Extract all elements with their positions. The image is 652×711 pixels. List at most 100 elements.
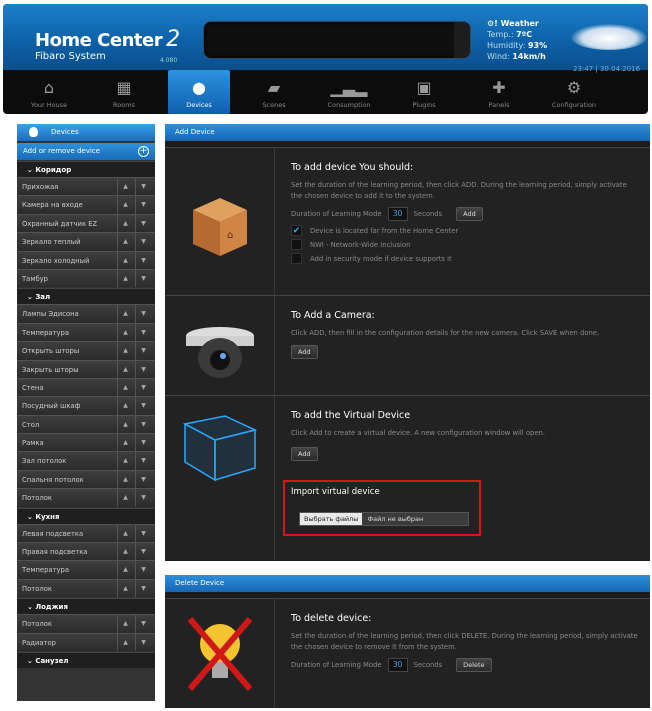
add-camera-button[interactable]: Add: [291, 345, 318, 359]
option-checkbox-row[interactable]: NWI - Network-Wide Inclusion: [291, 239, 640, 250]
device-item[interactable]: Стол ▲ ▼: [17, 414, 155, 434]
device-item[interactable]: Правая подсветка ▲ ▼: [17, 542, 155, 561]
device-item[interactable]: Камера на входе ▲ ▼: [17, 195, 155, 214]
move-up-icon[interactable]: ▲: [117, 178, 133, 196]
nav-rooms[interactable]: ▦ Rooms: [93, 70, 155, 114]
device-item[interactable]: Радиатор ▲ ▼: [17, 632, 155, 651]
device-item[interactable]: Стена ▲ ▼: [17, 377, 155, 397]
room-header[interactable]: ⌄ Кухня: [17, 507, 155, 524]
room-header[interactable]: ⌄ Санузел: [17, 651, 155, 668]
nav-plugins[interactable]: ▣ Plugins: [393, 70, 455, 114]
device-item[interactable]: Левая подсветка ▲ ▼: [17, 523, 155, 543]
move-down-icon[interactable]: ▼: [135, 378, 151, 397]
device-item[interactable]: Температура ▲ ▼: [17, 560, 155, 579]
nav-your-house[interactable]: ⌂ Your House: [18, 70, 80, 114]
device-item[interactable]: Тамбур ▲ ▼: [17, 268, 155, 288]
move-up-icon[interactable]: ▲: [117, 233, 133, 251]
move-up-icon[interactable]: ▲: [117, 251, 133, 269]
move-up-icon[interactable]: ▲: [117, 342, 133, 360]
add-remove-device-button[interactable]: Add or remove device +: [17, 143, 155, 160]
device-item[interactable]: Прихожая ▲ ▼: [17, 177, 155, 196]
option-checkbox-row[interactable]: Add in security mode if device supports …: [291, 253, 640, 264]
checkbox[interactable]: ✔: [291, 225, 302, 236]
device-item[interactable]: Потолок ▲ ▼: [17, 578, 155, 598]
file-input[interactable]: Выбрать файлы Файл не выбран: [299, 512, 469, 526]
move-down-icon[interactable]: ▼: [135, 214, 151, 233]
delete-device-button[interactable]: Delete: [456, 658, 492, 672]
checkbox[interactable]: [291, 253, 302, 264]
move-down-icon[interactable]: ▼: [135, 489, 151, 507]
move-down-icon[interactable]: ▼: [135, 178, 151, 196]
device-item[interactable]: Температура ▲ ▼: [17, 322, 155, 342]
add-virtual-button[interactable]: Add: [291, 447, 318, 461]
move-down-icon[interactable]: ▼: [135, 323, 151, 342]
move-down-icon[interactable]: ▼: [135, 524, 151, 543]
move-up-icon[interactable]: ▲: [117, 633, 133, 651]
device-item[interactable]: Зал потолок ▲ ▼: [17, 451, 155, 470]
device-item[interactable]: Посудный шкаф ▲ ▼: [17, 396, 155, 415]
nav-scenes[interactable]: ▰ Scenes: [243, 70, 305, 114]
move-up-icon[interactable]: ▲: [117, 524, 133, 543]
delete-device-section: To delete device: Set the duration of th…: [165, 592, 650, 708]
move-up-icon[interactable]: ▲: [117, 415, 133, 434]
move-down-icon[interactable]: ▼: [135, 196, 151, 214]
checkbox[interactable]: [291, 239, 302, 250]
move-down-icon[interactable]: ▼: [135, 360, 151, 378]
device-item[interactable]: Охранный датчик EZ ▲ ▼: [17, 213, 155, 233]
choose-file-button[interactable]: Выбрать файлы: [300, 513, 363, 525]
move-up-icon[interactable]: ▲: [117, 323, 133, 342]
move-up-icon[interactable]: ▲: [117, 543, 133, 561]
move-up-icon[interactable]: ▲: [117, 434, 133, 452]
device-item[interactable]: Зеркало теплый ▲ ▼: [17, 232, 155, 251]
nav-consumption[interactable]: ▁▃▂ Consumption: [318, 70, 380, 114]
move-up-icon[interactable]: ▲: [117, 615, 133, 633]
move-up-icon[interactable]: ▲: [117, 452, 133, 470]
duration-input[interactable]: 30: [387, 207, 408, 221]
device-item[interactable]: Спальня потолок ▲ ▼: [17, 469, 155, 489]
device-item[interactable]: Потолок ▲ ▼: [17, 488, 155, 507]
move-down-icon[interactable]: ▼: [135, 470, 151, 489]
device-item[interactable]: Рамка ▲ ▼: [17, 433, 155, 452]
move-down-icon[interactable]: ▼: [135, 452, 151, 470]
device-item[interactable]: Закрыть шторы ▲ ▼: [17, 359, 155, 378]
move-down-icon[interactable]: ▼: [135, 579, 151, 598]
move-down-icon[interactable]: ▼: [135, 633, 151, 651]
move-up-icon[interactable]: ▲: [117, 196, 133, 214]
move-up-icon[interactable]: ▲: [117, 470, 133, 489]
move-down-icon[interactable]: ▼: [135, 305, 151, 323]
move-up-icon[interactable]: ▲: [117, 269, 133, 288]
move-down-icon[interactable]: ▼: [135, 397, 151, 415]
room-header[interactable]: ⌄ Коридор: [17, 161, 155, 177]
move-down-icon[interactable]: ▼: [135, 615, 151, 633]
move-up-icon[interactable]: ▲: [117, 397, 133, 415]
move-down-icon[interactable]: ▼: [135, 561, 151, 579]
room-header[interactable]: ⌄ Зал: [17, 288, 155, 305]
move-up-icon[interactable]: ▲: [117, 305, 133, 323]
device-item[interactable]: Зеркало холодный ▲ ▼: [17, 250, 155, 269]
move-up-icon[interactable]: ▲: [117, 378, 133, 397]
device-item[interactable]: Открыть шторы ▲ ▼: [17, 341, 155, 360]
move-up-icon[interactable]: ▲: [117, 214, 133, 233]
move-down-icon[interactable]: ▼: [135, 251, 151, 269]
move-down-icon[interactable]: ▼: [135, 415, 151, 434]
move-down-icon[interactable]: ▼: [135, 342, 151, 360]
move-down-icon[interactable]: ▼: [135, 543, 151, 561]
move-down-icon[interactable]: ▼: [135, 269, 151, 288]
room-header[interactable]: ⌄ Лоджия: [17, 598, 155, 615]
option-checkbox-row[interactable]: ✔ Device is located far from the Home Cen…: [291, 225, 640, 236]
nav-panels[interactable]: ✚ Panels: [468, 70, 530, 114]
delete-duration-input[interactable]: 30: [387, 658, 408, 672]
weather-widget[interactable]: ⚙! Weather Temp.: 7ºC Humidity: 93% Wind…: [487, 18, 547, 62]
move-up-icon[interactable]: ▲: [117, 561, 133, 579]
device-item[interactable]: Лампы Эдисона ▲ ▼: [17, 304, 155, 323]
nav-devices[interactable]: ● Devices: [168, 70, 230, 114]
device-label: Спальня потолок: [22, 475, 84, 484]
device-item[interactable]: Потолок ▲ ▼: [17, 614, 155, 633]
move-up-icon[interactable]: ▲: [117, 360, 133, 378]
move-down-icon[interactable]: ▼: [135, 233, 151, 251]
move-down-icon[interactable]: ▼: [135, 434, 151, 452]
move-up-icon[interactable]: ▲: [117, 579, 133, 598]
move-up-icon[interactable]: ▲: [117, 489, 133, 507]
nav-configuration[interactable]: ⚙ Configuration: [543, 70, 605, 114]
add-device-button[interactable]: Add: [456, 207, 483, 221]
